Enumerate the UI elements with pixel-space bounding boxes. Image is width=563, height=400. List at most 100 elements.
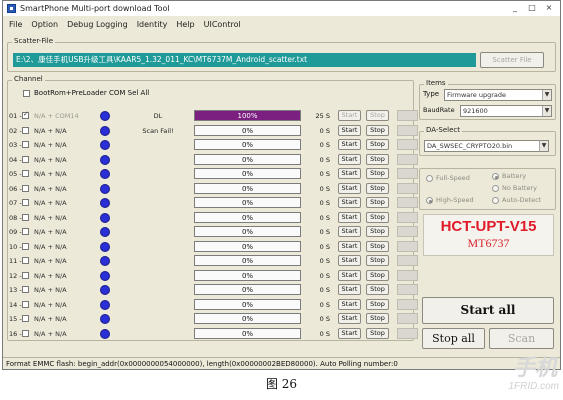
type-select[interactable]: Firmware upgrade ▼ bbox=[444, 89, 552, 101]
elapsed-time: 25 S bbox=[315, 112, 330, 120]
status-led-icon bbox=[100, 111, 110, 121]
channel-checkbox[interactable] bbox=[22, 257, 29, 264]
channel-start-button[interactable]: Start bbox=[338, 153, 361, 165]
channel-start-button[interactable]: Start bbox=[338, 269, 361, 281]
menu-identity[interactable]: Identity bbox=[137, 20, 168, 29]
channel-row: 10 - N/A + N/A 0% 0 S Start Stop bbox=[8, 240, 418, 254]
channel-stop-button[interactable]: Stop bbox=[366, 168, 389, 179]
channel-checkbox[interactable] bbox=[22, 242, 29, 250]
menu-help[interactable]: Help bbox=[176, 20, 194, 29]
channel-start-button[interactable]: Start bbox=[338, 211, 361, 223]
channel-checkbox[interactable] bbox=[22, 228, 29, 235]
channel-stop-button[interactable]: Stop bbox=[366, 110, 389, 121]
channel-start-button[interactable]: Start bbox=[338, 327, 361, 339]
channel-checkbox[interactable] bbox=[22, 213, 29, 221]
full-speed-radio[interactable]: Full-Speed bbox=[426, 174, 470, 182]
channel-stop-button[interactable]: Stop bbox=[366, 298, 389, 310]
channel-checkbox[interactable] bbox=[22, 271, 29, 279]
progress-bar: 0% bbox=[194, 211, 301, 223]
channel-port: N/A + N/A bbox=[34, 155, 67, 164]
channel-stop-button[interactable]: Stop bbox=[366, 269, 389, 281]
channel-stop-button[interactable]: Stop bbox=[366, 124, 389, 136]
channel-checkbox[interactable] bbox=[22, 155, 29, 163]
channel-start-button[interactable]: Start bbox=[338, 139, 361, 150]
status-led-icon bbox=[100, 241, 110, 252]
da-select-value: DA_SWSEC_CRYPTO20.bin bbox=[427, 142, 513, 150]
elapsed-time: 0 S bbox=[319, 170, 330, 178]
select-all-checkbox[interactable] bbox=[23, 89, 30, 97]
channel-checkbox[interactable] bbox=[22, 300, 29, 308]
channel-start-button[interactable]: Start bbox=[338, 255, 361, 266]
start-all-button[interactable]: Start all bbox=[422, 297, 554, 324]
battery-radio[interactable]: Battery bbox=[492, 172, 526, 180]
stop-all-button[interactable]: Stop all bbox=[422, 328, 485, 349]
channel-stop-button[interactable]: Stop bbox=[366, 284, 389, 295]
channel-extra-indicator bbox=[397, 226, 418, 237]
progress-text: 0% bbox=[241, 155, 254, 164]
channel-extra-indicator bbox=[397, 153, 418, 165]
progress-text: 100% bbox=[237, 112, 258, 120]
channel-checkbox[interactable] bbox=[22, 184, 29, 192]
elapsed-time: 0 S bbox=[319, 257, 330, 265]
channel-stop-button[interactable]: Stop bbox=[366, 153, 389, 165]
figure-caption: 图 26 bbox=[265, 377, 298, 391]
window-title: SmartPhone Multi-port download Tool bbox=[20, 4, 170, 13]
auto-detect-radio[interactable]: Auto-Detect bbox=[492, 196, 541, 204]
channel-start-button[interactable]: Start bbox=[338, 197, 361, 208]
progress-bar: 0% bbox=[194, 182, 301, 194]
no-battery-radio[interactable]: No Battery bbox=[492, 184, 537, 192]
chevron-down-icon: ▼ bbox=[539, 141, 548, 151]
menu-option[interactable]: Option bbox=[31, 20, 58, 29]
channel-checkbox[interactable] bbox=[22, 329, 29, 337]
channel-checkbox[interactable] bbox=[22, 141, 29, 148]
channel-stop-button[interactable]: Stop bbox=[366, 182, 389, 194]
scatter-path-field[interactable]: E:\2、康佳手机USB升级工具\KAAR5_1.32_011_KC\MT673… bbox=[13, 53, 476, 67]
menu-uicontrol[interactable]: UIControl bbox=[204, 20, 241, 29]
channel-checkbox[interactable] bbox=[22, 126, 29, 134]
channel-stop-button[interactable]: Stop bbox=[366, 240, 389, 252]
channel-number: 07 - bbox=[9, 199, 22, 207]
channel-checkbox[interactable] bbox=[22, 110, 29, 119]
channel-extra-indicator bbox=[397, 182, 418, 194]
channel-start-button[interactable]: Start bbox=[338, 226, 361, 237]
channel-start-button[interactable]: Start bbox=[338, 284, 361, 295]
channel-checkbox[interactable] bbox=[22, 199, 29, 206]
channel-stop-button[interactable]: Stop bbox=[366, 139, 389, 150]
channel-start-button[interactable]: Start bbox=[338, 110, 361, 121]
channel-checkbox[interactable] bbox=[22, 170, 29, 177]
channel-start-button[interactable]: Start bbox=[338, 182, 361, 194]
da-select[interactable]: DA_SWSEC_CRYPTO20.bin ▼ bbox=[424, 140, 549, 152]
channel-stop-button[interactable]: Stop bbox=[366, 313, 389, 324]
channel-stop-button[interactable]: Stop bbox=[366, 211, 389, 223]
channel-port: N/A + N/A bbox=[34, 126, 67, 135]
scan-button[interactable]: Scan bbox=[489, 328, 554, 349]
progress-text: 0% bbox=[241, 184, 254, 193]
channel-start-button[interactable]: Start bbox=[338, 240, 361, 252]
high-speed-radio[interactable]: High-Speed bbox=[426, 196, 474, 204]
progress-bar: 0% bbox=[194, 298, 301, 310]
channel-start-button[interactable]: Start bbox=[338, 313, 361, 324]
menu-file[interactable]: File bbox=[9, 20, 22, 29]
channel-stop-button[interactable]: Stop bbox=[366, 255, 389, 266]
items-group: Items Type Firmware upgrade ▼ BaudRate 9… bbox=[419, 79, 556, 120]
channel-stop-button[interactable]: Stop bbox=[366, 327, 389, 339]
channel-start-button[interactable]: Start bbox=[338, 298, 361, 310]
status-led-icon bbox=[100, 270, 110, 281]
channel-number: 12 - bbox=[9, 271, 22, 280]
main-window: SmartPhone Multi-port download Tool _ □ … bbox=[2, 0, 561, 370]
elapsed-time: 0 S bbox=[319, 141, 330, 149]
scatter-file-button[interactable]: Scatter File bbox=[480, 52, 544, 68]
channel-stop-button[interactable]: Stop bbox=[366, 197, 389, 208]
maximize-button[interactable]: □ bbox=[525, 3, 539, 13]
channel-status: Scan Fail! bbox=[142, 126, 174, 135]
close-button[interactable]: × bbox=[542, 3, 556, 13]
baudrate-select[interactable]: 921600 ▼ bbox=[460, 105, 552, 117]
minimize-button[interactable]: _ bbox=[508, 3, 522, 13]
channel-checkbox[interactable] bbox=[22, 286, 29, 293]
channel-start-button[interactable]: Start bbox=[338, 168, 361, 179]
channel-stop-button[interactable]: Stop bbox=[366, 226, 389, 237]
channel-start-button[interactable]: Start bbox=[338, 124, 361, 136]
progress-bar: 0% bbox=[194, 313, 301, 324]
channel-checkbox[interactable] bbox=[22, 315, 29, 322]
menu-debug-logging[interactable]: Debug Logging bbox=[67, 20, 128, 29]
